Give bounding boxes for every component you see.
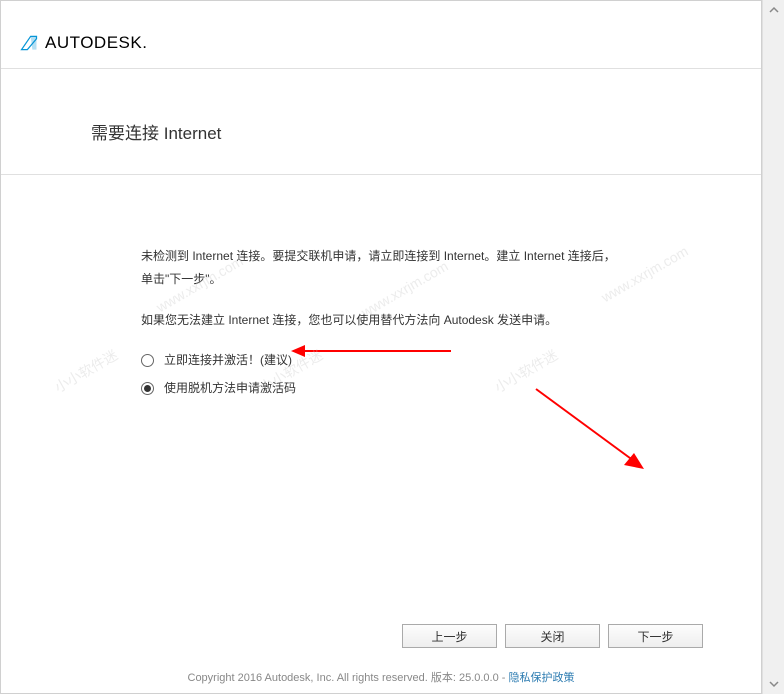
scroll-up-icon[interactable] [763, 0, 784, 20]
footer: Copyright 2016 Autodesk, Inc. All rights… [1, 669, 761, 685]
page-title: 需要连接 Internet [91, 119, 671, 144]
title-section: 需要连接 Internet [1, 69, 761, 175]
radio-group: 立即连接并激活！(建议) 使用脱机方法申请激活码 [141, 349, 621, 400]
main-window: AUTODESK. 需要连接 Internet 未检测到 Internet 连接… [0, 0, 762, 694]
scroll-down-icon[interactable] [763, 674, 784, 694]
radio-label: 立即连接并激活！(建议) [164, 349, 292, 372]
copyright-text: Copyright 2016 Autodesk, Inc. All rights… [188, 672, 509, 684]
button-bar: 上一步 关闭 下一步 [402, 624, 703, 648]
radio-connect-now[interactable]: 立即连接并激活！(建议) [141, 349, 621, 372]
back-button[interactable]: 上一步 [402, 624, 497, 648]
instruction-text-1: 未检测到 Internet 连接。要提交联机申请，请立即连接到 Internet… [141, 245, 621, 291]
radio-icon[interactable] [141, 382, 154, 395]
autodesk-logo-icon [19, 33, 39, 53]
close-button[interactable]: 关闭 [505, 624, 600, 648]
radio-offline-method[interactable]: 使用脱机方法申请激活码 [141, 377, 621, 400]
radio-icon[interactable] [141, 354, 154, 367]
brand-text: AUTODESK. [45, 33, 147, 53]
scrollbar[interactable] [762, 0, 784, 694]
content-area: 未检测到 Internet 连接。要提交联机申请，请立即连接到 Internet… [1, 175, 761, 435]
instruction-text-2: 如果您无法建立 Internet 连接，您也可以使用替代方法向 Autodesk… [141, 309, 621, 332]
header: AUTODESK. [1, 1, 761, 69]
radio-label: 使用脱机方法申请激活码 [164, 377, 296, 400]
privacy-link[interactable]: 隐私保护政策 [509, 672, 575, 684]
next-button[interactable]: 下一步 [608, 624, 703, 648]
